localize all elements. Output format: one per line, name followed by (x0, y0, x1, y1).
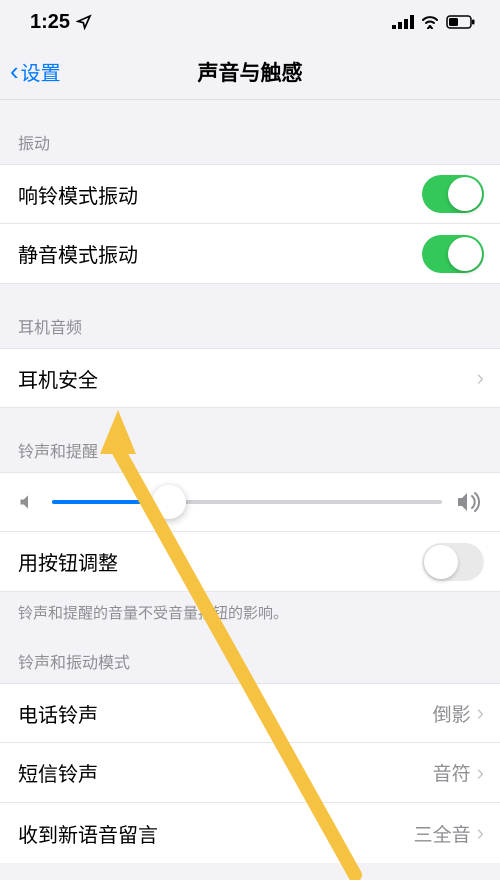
volume-slider[interactable] (52, 500, 442, 504)
row-volume-slider (0, 472, 500, 532)
footer-text: 铃声和提醒的音量不受音量按钮的影响。 (0, 592, 500, 633)
chevron-right-icon: › (477, 760, 484, 786)
row-label: 静音模式振动 (18, 239, 138, 268)
row-button-adjust[interactable]: 用按钮调整 (0, 532, 500, 592)
row-headphone-safety[interactable]: 耳机安全 › (0, 348, 500, 408)
nav-title: 声音与触感 (198, 57, 303, 87)
row-value: 倒影 › (433, 700, 484, 727)
status-bar: 1:25 (0, 0, 500, 44)
toggle-ring-vibrate[interactable] (422, 175, 484, 213)
row-value: 音符 › (433, 759, 484, 786)
toggle-button-adjust[interactable] (422, 543, 484, 581)
chevron-right-icon: › (477, 700, 484, 726)
toggle-silent-vibrate[interactable] (422, 235, 484, 273)
value-text: 音符 (433, 759, 471, 786)
cellular-icon (392, 15, 414, 29)
row-label: 电话铃声 (18, 699, 98, 728)
speaker-high-icon (456, 491, 482, 513)
chevron-right-icon: › (477, 820, 484, 846)
row-label: 短信铃声 (18, 758, 98, 787)
nav-bar: ‹ 设置 声音与触感 (0, 44, 500, 100)
status-icons (392, 15, 476, 29)
section-header-vibration: 振动 (0, 100, 500, 164)
section-header-patterns: 铃声和振动模式 (0, 633, 500, 683)
location-icon (76, 14, 92, 30)
row-label: 用按钮调整 (18, 547, 118, 576)
value-text: 倒影 (433, 700, 471, 727)
time-text: 1:25 (30, 11, 70, 34)
speaker-low-icon (18, 492, 38, 512)
status-time: 1:25 (30, 11, 92, 34)
back-label: 设置 (21, 57, 61, 86)
value-text: 三全音 (414, 820, 471, 847)
wifi-icon (420, 15, 440, 29)
section-header-ringer: 铃声和提醒 (0, 408, 500, 472)
row-voicemail[interactable]: 收到新语音留言 三全音 › (0, 803, 500, 863)
row-value: 三全音 › (414, 820, 484, 847)
chevron-left-icon: ‹ (10, 56, 19, 87)
row-text-tone[interactable]: 短信铃声 音符 › (0, 743, 500, 803)
chevron-right-icon: › (477, 365, 484, 391)
row-label: 耳机安全 (18, 364, 98, 393)
section-header-headphone: 耳机音频 (0, 284, 500, 348)
row-ringtone[interactable]: 电话铃声 倒影 › (0, 683, 500, 743)
row-silent-vibrate[interactable]: 静音模式振动 (0, 224, 500, 284)
row-label: 响铃模式振动 (18, 180, 138, 209)
back-button[interactable]: ‹ 设置 (0, 56, 61, 87)
row-ring-vibrate[interactable]: 响铃模式振动 (0, 164, 500, 224)
battery-icon (446, 15, 476, 29)
row-label: 收到新语音留言 (18, 819, 158, 848)
